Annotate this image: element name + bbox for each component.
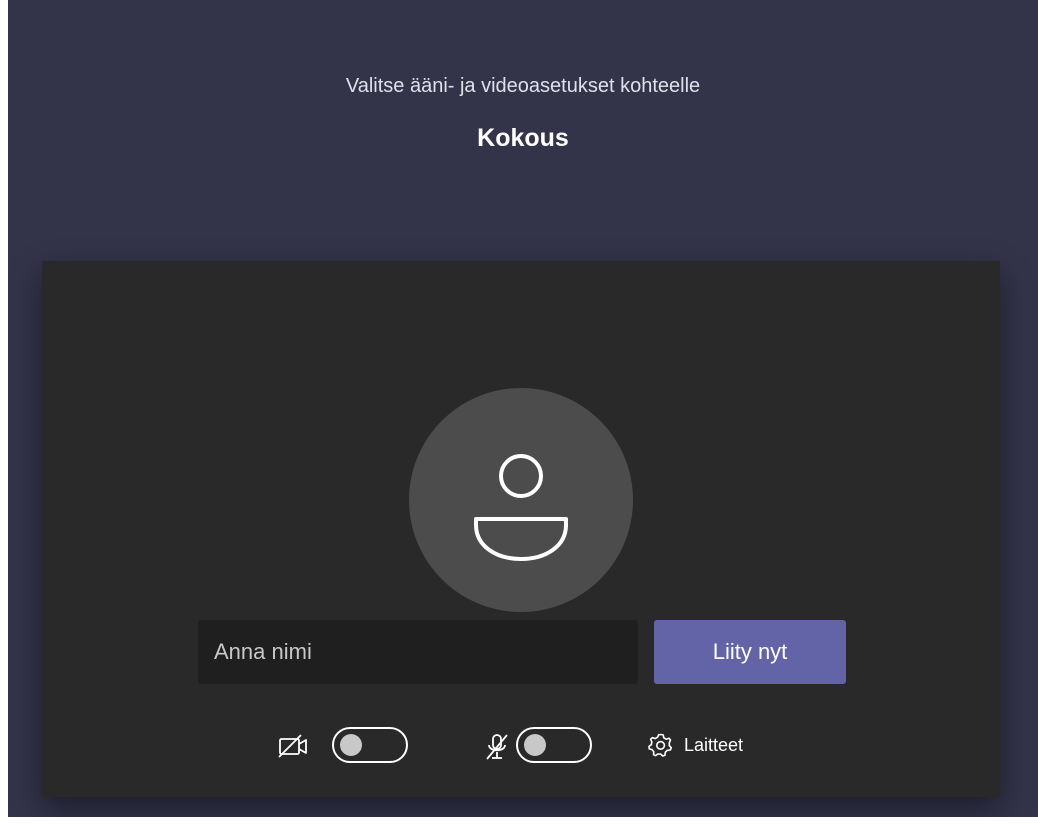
camera-off-icon — [278, 734, 307, 758]
gear-icon — [648, 733, 673, 757]
devices-button[interactable]: Laitteet — [648, 730, 743, 760]
prejoin-screen: Valitse ääni- ja videoasetukset kohteell… — [8, 0, 1038, 817]
name-input[interactable] — [198, 620, 638, 684]
device-controls: Laitteet — [42, 723, 1000, 773]
camera-toggle[interactable] — [332, 727, 408, 763]
person-icon — [474, 454, 568, 561]
devices-label: Laitteet — [684, 734, 744, 755]
camera-toggle-knob — [340, 734, 362, 756]
mic-off-icon — [486, 734, 508, 760]
microphone-toggle-knob — [524, 734, 546, 756]
join-now-button[interactable]: Liity nyt — [654, 620, 846, 684]
prejoin-subtitle: Valitse ääni- ja videoasetukset kohteell… — [345, 75, 701, 97]
microphone-toggle[interactable] — [516, 727, 592, 763]
meeting-title: Kokous — [477, 124, 569, 152]
avatar — [409, 388, 633, 612]
video-preview-panel: Liity nyt — [42, 261, 1000, 797]
